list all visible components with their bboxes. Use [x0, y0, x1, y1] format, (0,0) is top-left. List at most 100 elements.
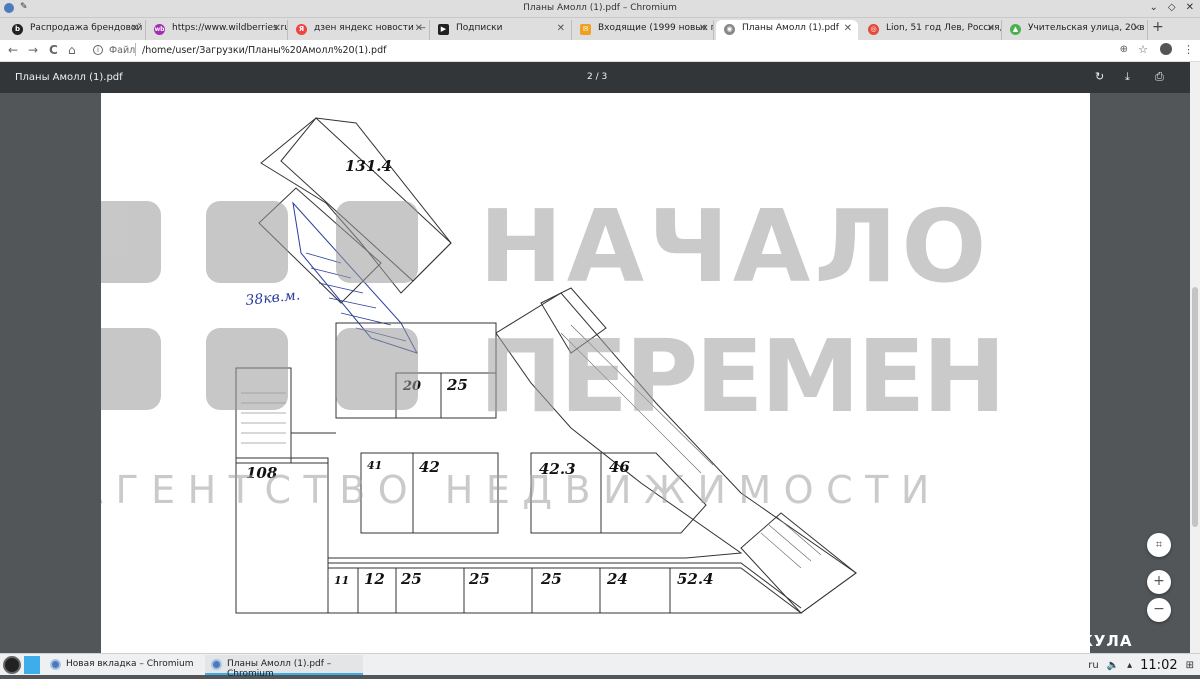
tab-strip: b Распродажа брендовой одежды ✕ wb https… — [0, 18, 1200, 40]
tab-favicon-icon: b — [12, 24, 23, 35]
info-icon[interactable]: i — [93, 45, 103, 55]
tab-0[interactable]: b Распродажа брендовой одежды ✕ — [4, 20, 146, 40]
chromium-icon — [50, 659, 61, 670]
tab-label: Lion, 51 год Лев, Россия, Нов — [886, 23, 1002, 33]
url-text[interactable]: /home/user/Загрузки/Планы%20Амолл%20(1).… — [142, 45, 386, 56]
pdf-title: Планы Амолл (1).pdf — [15, 72, 123, 83]
fit-page-button[interactable]: ⌗ — [1147, 533, 1171, 557]
pdf-viewer[interactable]: 131.4 20 25 108 41 42 42.3 46 11 12 25 2… — [0, 93, 1190, 653]
reload-button[interactable]: C — [49, 43, 58, 57]
tray-expand-icon[interactable]: ⊞ — [1186, 660, 1194, 671]
tab-6[interactable]: ◎ Lion, 51 год Лев, Россия, Нов ✕ — [860, 20, 1002, 40]
room-label: 25 — [540, 570, 562, 588]
page-indicator: 2 / 3 — [587, 72, 608, 82]
plan-wall — [327, 558, 802, 609]
tab-favicon-icon: ◉ — [724, 24, 735, 35]
tab-close-icon[interactable]: ✕ — [1133, 23, 1141, 34]
tab-3[interactable]: ▶ Подписки ✕ — [430, 20, 572, 40]
task-label: Новая вкладка – Chromium — [66, 659, 194, 669]
tab-7[interactable]: ▲ Учительская улица, 20 в Но ✕ — [1002, 20, 1148, 40]
scrollbar-thumb[interactable] — [1192, 287, 1198, 527]
tab-label: Планы Амолл (1).pdf — [742, 23, 839, 33]
tab-favicon-icon: ✉ — [580, 24, 591, 35]
pdf-page: 131.4 20 25 108 41 42 42.3 46 11 12 25 2… — [101, 93, 1090, 653]
zoom-in-button[interactable]: + — [1147, 570, 1171, 594]
volume-icon[interactable]: 🔈 — [1107, 660, 1119, 671]
tab-label: Распродажа брендовой одежды — [30, 23, 145, 33]
zoom-out-button[interactable]: − — [1147, 598, 1171, 622]
window-titlebar: ✎ Планы Амолл (1).pdf – Chromium ⌄ ◇ ✕ — [0, 0, 1200, 18]
tab-label: https://www.wildberries.ru/ — [172, 23, 288, 33]
watermark-brand: АКУЛА — [1068, 632, 1133, 650]
watermark-block — [206, 201, 288, 283]
room-label: 11 — [334, 574, 349, 587]
zoom-icon[interactable]: ⊕ — [1120, 44, 1128, 55]
tab-4[interactable]: ✉ Входящие (1999 новых писем) ✕ — [572, 20, 714, 40]
home-button[interactable]: ⌂ — [68, 43, 76, 57]
download-icon[interactable]: ⤓ — [1125, 70, 1130, 84]
menu-icon[interactable]: ⋮ — [1183, 43, 1194, 56]
tab-label: Входящие (1999 новых писем) — [598, 23, 713, 33]
lang-indicator[interactable]: ru — [1088, 660, 1098, 671]
clock[interactable]: 11:02 — [1140, 658, 1177, 673]
forward-button[interactable]: → — [28, 43, 38, 57]
tab-favicon-icon: Я — [296, 24, 307, 35]
task-pdf[interactable]: Планы Амолл (1).pdf – Chromium — [205, 655, 363, 679]
tab-5-active[interactable]: ◉ Планы Амолл (1).pdf ✕ — [716, 20, 858, 40]
room-label: 12 — [364, 570, 385, 588]
watermark-block — [101, 201, 161, 283]
vertical-scrollbar[interactable] — [1190, 62, 1200, 653]
maximize-icon[interactable]: ◇ — [1168, 2, 1176, 13]
tab-label: дзен яндекс новости — Яндекс — [314, 23, 429, 33]
tab-1[interactable]: wb https://www.wildberries.ru/ ✕ — [146, 20, 288, 40]
rotate-icon[interactable]: ↻ — [1095, 70, 1104, 83]
tab-favicon-icon: wb — [154, 24, 165, 35]
browser-toolbar: ← → C ⌂ i Файл /home/user/Загрузки/Планы… — [0, 40, 1200, 62]
back-button[interactable]: ← — [8, 43, 18, 57]
minimize-icon[interactable]: ⌄ — [1150, 2, 1158, 13]
handwritten-note: 38кв.м. — [245, 287, 301, 309]
system-tray: ru 🔈 ▴ 11:02 ⊞ — [1088, 654, 1200, 676]
account-avatar[interactable] — [1160, 43, 1172, 55]
print-icon[interactable]: ⎙ — [1155, 70, 1164, 84]
room-label: 131.4 — [345, 157, 392, 175]
plan-wall — [740, 512, 857, 614]
tab-close-icon[interactable]: ✕ — [415, 23, 423, 34]
task-new-tab[interactable]: Новая вкладка – Chromium — [44, 655, 202, 675]
start-menu-icon[interactable] — [3, 656, 21, 674]
watermark-line1: НАЧАЛО — [479, 188, 990, 305]
watermark-line2: ПЕРЕМЕН — [479, 318, 1003, 435]
new-tab-button[interactable]: + — [1152, 19, 1164, 35]
tab-favicon-icon: ▶ — [438, 24, 449, 35]
close-icon[interactable]: ✕ — [1186, 2, 1194, 13]
window-controls: ⌄ ◇ ✕ — [1150, 2, 1194, 13]
watermark-block — [206, 328, 288, 410]
floor-plan-drawing: 131.4 20 25 108 41 42 42.3 46 11 12 25 2… — [101, 117, 1006, 614]
tab-label: Подписки — [456, 23, 503, 33]
desktop-pager[interactable] — [24, 656, 40, 674]
tab-2[interactable]: Я дзен яндекс новости — Яндекс ✕ — [288, 20, 430, 40]
tab-label: Учительская улица, 20 в Но — [1028, 23, 1148, 33]
taskbar: Новая вкладка – Chromium Планы Амолл (1)… — [0, 653, 1200, 679]
room-label: 25 — [468, 570, 490, 588]
tab-favicon-icon: ◎ — [868, 24, 879, 35]
tab-favicon-icon: ▲ — [1010, 24, 1021, 35]
tab-close-icon[interactable]: ✕ — [987, 23, 995, 34]
url-scheme-label: Файл — [109, 45, 136, 56]
network-icon[interactable]: ▴ — [1127, 660, 1132, 671]
tab-close-icon[interactable]: ✕ — [557, 23, 565, 34]
window-title: Планы Амолл (1).pdf – Chromium — [523, 3, 677, 13]
room-label: 24 — [606, 570, 628, 588]
room-label: 25 — [446, 376, 468, 394]
bookmark-star-icon[interactable]: ☆ — [1138, 43, 1148, 56]
room-label: 52.4 — [677, 570, 714, 588]
tab-close-icon[interactable]: ✕ — [699, 23, 707, 34]
tab-close-icon[interactable]: ✕ — [273, 23, 281, 34]
watermark-line3: АГЕНТСТВО НЕДВИЖИМОСТИ — [101, 468, 942, 512]
pdf-toolbar: Планы Амолл (1).pdf 2 / 3 ↻ ⤓ ⎙ — [0, 62, 1190, 93]
tab-close-icon[interactable]: ✕ — [844, 23, 852, 34]
address-bar[interactable]: i Файл /home/user/Загрузки/Планы%20Амолл… — [88, 42, 1158, 60]
watermark-block — [101, 328, 161, 410]
tab-close-icon[interactable]: ✕ — [131, 23, 139, 34]
url-separator — [135, 43, 136, 56]
